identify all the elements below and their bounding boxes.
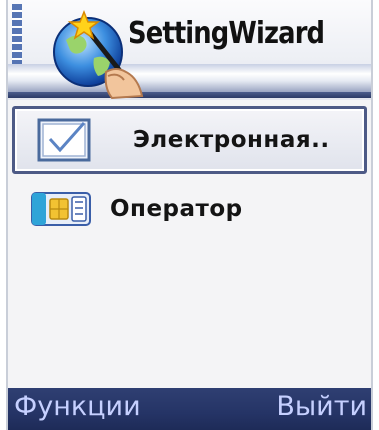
title-pane: SettingWizard	[8, 0, 371, 100]
sim-card-icon	[30, 186, 92, 232]
list-item-label: Оператор	[110, 196, 243, 222]
app-title: SettingWizard	[128, 16, 325, 51]
exit-softkey[interactable]: Выйти	[276, 391, 367, 422]
phone-screen: SettingWizard Электронная.. Оператор Фун…	[6, 0, 373, 430]
options-softkey[interactable]: Функции	[14, 391, 141, 422]
settings-list: Электронная.. Оператор	[8, 106, 371, 244]
list-item-email[interactable]: Электронная..	[12, 106, 367, 174]
softkey-bar: Функции Выйти	[8, 388, 371, 430]
checkbox-icon	[33, 117, 95, 163]
list-item-label: Электронная..	[133, 127, 330, 153]
list-item-operator[interactable]: Оператор	[8, 174, 371, 244]
